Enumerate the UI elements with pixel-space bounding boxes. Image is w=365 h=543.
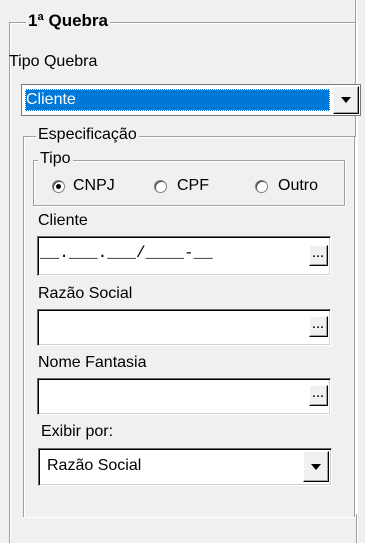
radio-cnpj-label: CNPJ — [73, 177, 115, 194]
ellipsis-icon: ... — [312, 387, 325, 400]
razao-social-label: Razão Social — [38, 285, 133, 302]
radio-cpf-label: CPF — [177, 177, 209, 194]
chevron-down-icon — [311, 463, 321, 470]
razao-social-input[interactable] — [37, 309, 331, 346]
radio-outro-label: Outro — [278, 177, 319, 194]
tipo-quebra-selected-value: Cliente — [25, 89, 330, 111]
cliente-label: Cliente — [38, 212, 88, 229]
cliente-mask: __.___.___/____-__ — [40, 244, 213, 262]
nome-fantasia-input[interactable] — [37, 378, 331, 415]
tipo-quebra-select[interactable]: Cliente — [21, 84, 361, 116]
tipo-title: Tipo — [38, 150, 73, 168]
razao-social-lookup-button[interactable]: ... — [309, 316, 328, 337]
section-title: 1ª Quebra — [26, 11, 110, 30]
exibir-por-dropdown-button[interactable] — [303, 451, 329, 482]
tipo-quebra-dropdown-button[interactable] — [333, 86, 359, 114]
ellipsis-icon: ... — [312, 318, 325, 331]
exibir-por-select[interactable]: Razão Social — [38, 448, 332, 486]
radio-outro[interactable]: Outro — [255, 176, 318, 196]
radio-cnpj-circle[interactable] — [52, 179, 65, 193]
nome-fantasia-lookup-button[interactable]: ... — [309, 385, 328, 406]
cliente-lookup-button[interactable]: ... — [309, 245, 328, 266]
right-panel-edge — [355, 0, 356, 513]
ellipsis-icon: ... — [312, 247, 325, 260]
radio-outro-circle[interactable] — [255, 179, 268, 193]
radio-cnpj[interactable]: CNPJ — [52, 176, 115, 196]
radio-selected-dot — [56, 183, 61, 189]
nome-fantasia-label: Nome Fantasia — [38, 354, 147, 371]
chevron-down-icon — [341, 97, 351, 103]
cliente-input[interactable]: __.___.___/____-__ — [37, 236, 331, 276]
tipo-quebra-label: Tipo Quebra — [9, 53, 98, 70]
especificacao-title: Especificação — [36, 126, 139, 144]
exibir-por-value: Razão Social — [47, 457, 142, 474]
exibir-por-label: Exibir por: — [41, 423, 114, 440]
radio-cpf[interactable]: CPF — [154, 176, 209, 196]
radio-cpf-circle[interactable] — [154, 179, 167, 193]
